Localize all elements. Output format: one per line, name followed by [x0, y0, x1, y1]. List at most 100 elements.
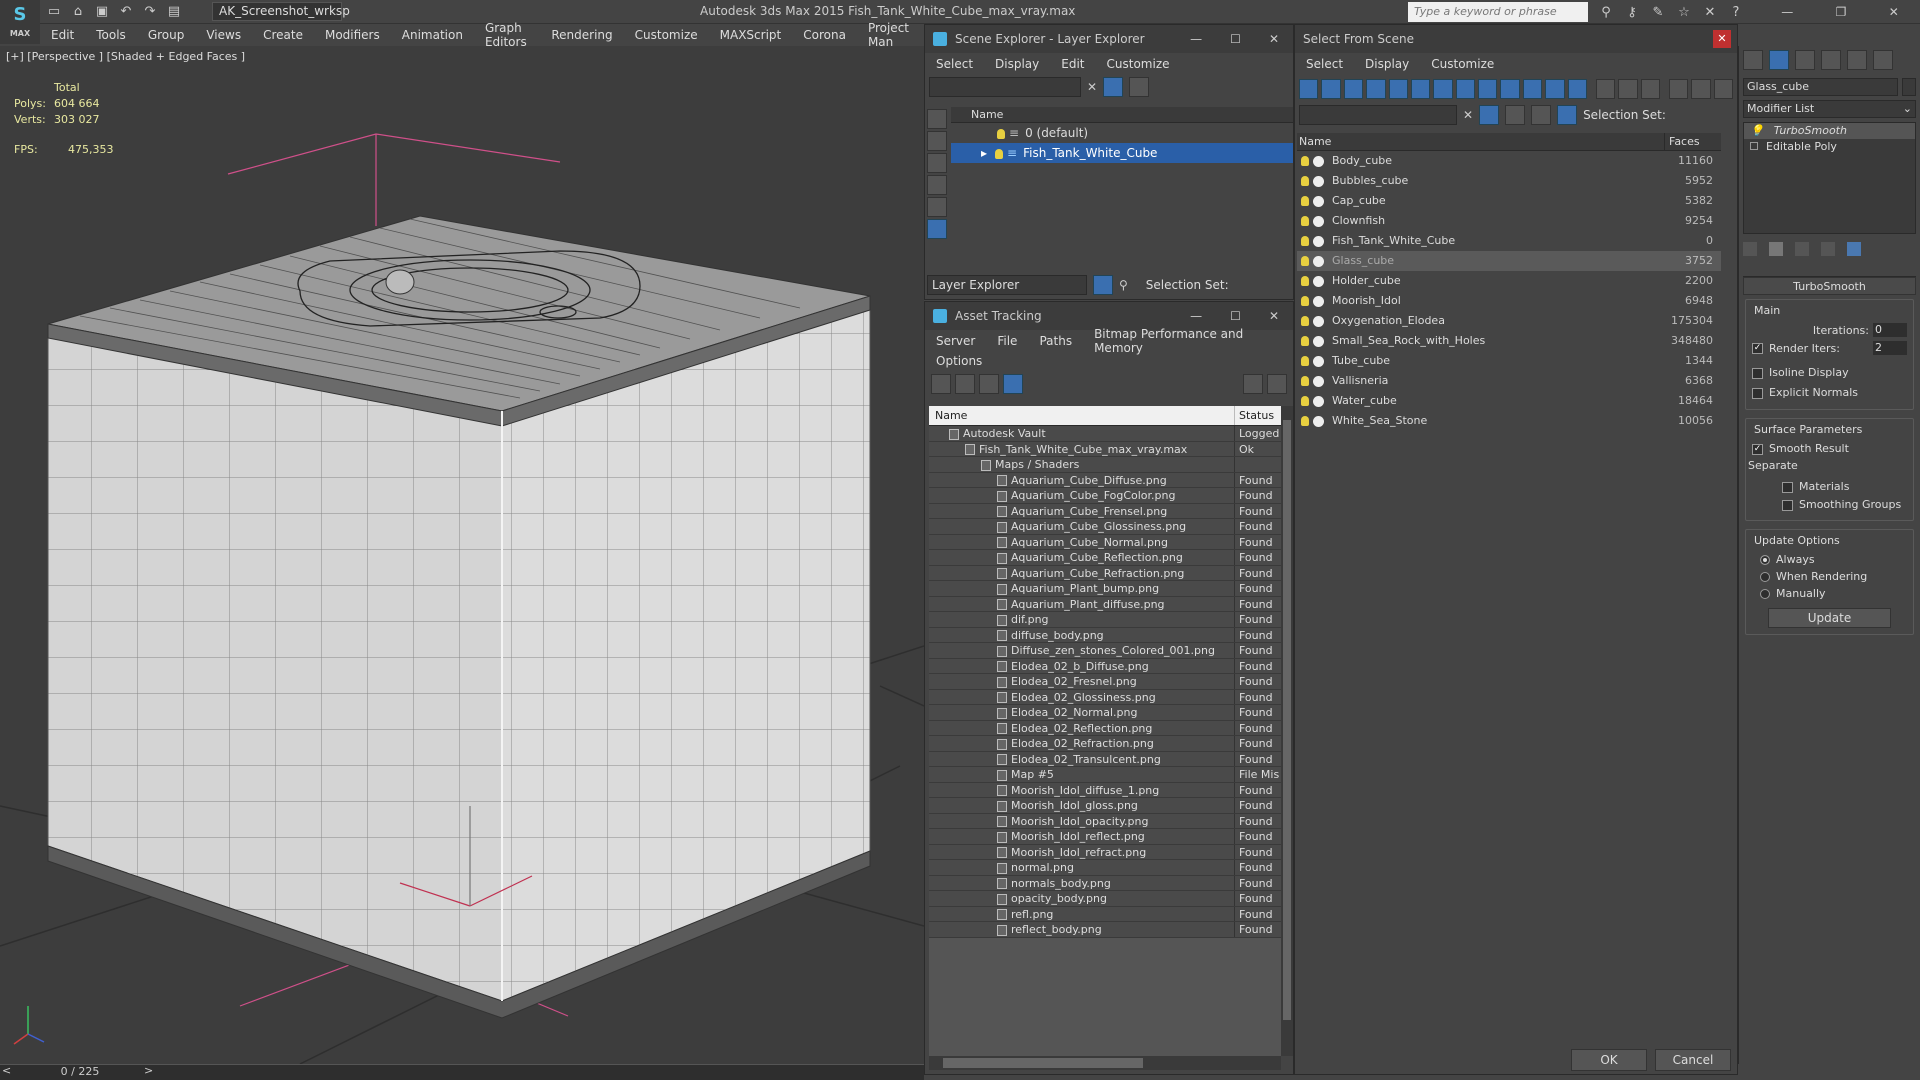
filter-icon[interactable] [1103, 77, 1124, 97]
scene-explorer-titlebar[interactable]: Scene Explorer - Layer Explorer — ☐ ✕ [925, 25, 1293, 53]
create-tab-icon[interactable] [1743, 50, 1763, 70]
modifier-stack-item[interactable]: Editable Poly [1744, 139, 1915, 155]
object-row[interactable]: Holder_cube 2200 [1297, 271, 1721, 291]
close-icon[interactable]: ✕ [1713, 30, 1731, 48]
menu-display[interactable]: Display [1354, 57, 1420, 71]
bulb-icon[interactable] [1301, 376, 1309, 386]
layer-name-header[interactable]: Name [951, 107, 1293, 123]
redo-icon[interactable]: ↷ [140, 2, 160, 22]
hierarchy-mode-icon[interactable] [1557, 105, 1578, 125]
bulb-icon[interactable] [1301, 196, 1309, 206]
close-icon[interactable]: ✕ [1889, 5, 1899, 19]
object-row[interactable]: Moorish_Idol 6948 [1297, 291, 1721, 311]
make-unique-icon[interactable] [1795, 242, 1809, 256]
object-row[interactable]: Tube_cube 1344 [1297, 351, 1721, 371]
filter-helpers-icon[interactable] [1388, 79, 1408, 99]
maximize-icon[interactable]: ☐ [1230, 309, 1241, 323]
asset-row[interactable]: Aquarium_Plant_bump.png Found [929, 581, 1281, 597]
configure-sets-icon[interactable] [1847, 242, 1861, 256]
asset-row[interactable]: normals_body.png Found [929, 875, 1281, 891]
asset-row[interactable]: reflect_body.png Found [929, 922, 1281, 938]
explorer-mode-dropdown[interactable]: Layer Explorer [927, 275, 1087, 295]
menu-graph-editors[interactable]: Graph Editors [474, 21, 540, 49]
select-none-icon[interactable] [1618, 79, 1638, 99]
bulb-icon[interactable] [1301, 276, 1309, 286]
filter-geometry-icon[interactable] [1299, 79, 1319, 99]
asset-row[interactable]: refl.png Found [929, 906, 1281, 922]
object-row[interactable]: Clownfish 9254 [1297, 211, 1721, 231]
asset-row[interactable]: Elodea_02_Normal.png Found [929, 705, 1281, 721]
menu-animation[interactable]: Animation [391, 28, 474, 42]
menu-rendering[interactable]: Rendering [540, 28, 623, 42]
menu-edit[interactable]: Edit [1050, 57, 1095, 71]
menu-bitmap-performance-and-memory[interactable]: Bitmap Performance and Memory [1083, 327, 1293, 355]
object-color-swatch[interactable] [1902, 78, 1916, 96]
asset-row[interactable]: Elodea_02_Fresnel.png Found [929, 674, 1281, 690]
bulb-icon[interactable] [1301, 216, 1309, 226]
layer-mode-icon[interactable] [1093, 275, 1113, 295]
update-button[interactable]: Update [1768, 608, 1891, 628]
asset-row[interactable]: Elodea_02_Reflection.png Found [929, 720, 1281, 736]
expand-box-icon[interactable] [1750, 142, 1758, 150]
asset-row[interactable]: Fish_Tank_White_Cube_max_vray.max Ok [929, 441, 1281, 457]
expand-arrow-icon[interactable]: ▸ [981, 146, 987, 160]
clear-search-icon[interactable]: ✕ [1087, 80, 1097, 94]
table-view-icon[interactable] [1003, 374, 1023, 394]
clear-search-icon[interactable]: ✕ [1463, 108, 1473, 122]
menu-select[interactable]: Select [925, 57, 984, 71]
find-icon[interactable] [1129, 77, 1150, 97]
bulb-icon[interactable] [1301, 176, 1309, 186]
open-file-icon[interactable]: ⌂ [68, 2, 88, 22]
object-faces-header[interactable]: Faces [1665, 133, 1700, 150]
ok-button[interactable]: OK [1571, 1049, 1647, 1071]
menu-customize[interactable]: Customize [624, 28, 709, 42]
display-cameras-icon[interactable] [927, 197, 947, 217]
favorites-icon[interactable]: ☆ [1674, 3, 1694, 23]
render-iters-spinner[interactable]: 2 [1873, 341, 1907, 355]
menu-display[interactable]: Display [984, 57, 1050, 71]
menu-create[interactable]: Create [252, 28, 314, 42]
minimize-icon[interactable]: — [1781, 5, 1793, 19]
pin-stack-icon[interactable] [1743, 242, 1757, 256]
menu-file[interactable]: File [986, 334, 1028, 348]
filter-cameras-icon[interactable] [1366, 79, 1386, 99]
modify-tab-icon[interactable] [1769, 50, 1789, 70]
layer-row[interactable]: ≡ 0 (default) [951, 123, 1293, 143]
bulb-icon[interactable] [1301, 236, 1309, 246]
motion-tab-icon[interactable] [1821, 50, 1841, 70]
asset-row[interactable]: Map #5 File Mis [929, 767, 1281, 783]
asset-row[interactable]: diffuse_body.png Found [929, 627, 1281, 643]
refresh-icon[interactable] [931, 374, 951, 394]
asset-horizontal-scrollbar[interactable] [929, 1056, 1281, 1070]
object-row[interactable]: Fish_Tank_White_Cube 0 [1297, 231, 1721, 251]
filter-icon[interactable] [1479, 105, 1500, 125]
display-geometry-icon[interactable] [927, 131, 947, 151]
menu-corona[interactable]: Corona [792, 28, 857, 42]
bulb-icon[interactable] [1301, 156, 1309, 166]
asset-row[interactable]: Elodea_02_Transulcent.png Found [929, 751, 1281, 767]
object-row[interactable]: Oxygenation_Elodea 175304 [1297, 311, 1721, 331]
list-view-icon[interactable] [955, 374, 975, 394]
utilities-tab-icon[interactable] [1873, 50, 1893, 70]
bulb-icon[interactable] [997, 128, 1005, 139]
asset-row[interactable]: Aquarium_Cube_Refraction.png Found [929, 565, 1281, 581]
search-input[interactable]: Type a keyword or phrase [1408, 2, 1588, 22]
asset-row[interactable]: Aquarium_Cube_Frensel.png Found [929, 503, 1281, 519]
cancel-button[interactable]: Cancel [1655, 1049, 1731, 1071]
asset-row[interactable]: Moorish_Idol_opacity.png Found [929, 813, 1281, 829]
viewport-label[interactable]: [+] [Perspective ] [Shaded + Edged Faces… [6, 50, 245, 63]
when-rendering-radio[interactable] [1760, 572, 1770, 582]
menu-customize[interactable]: Customize [1420, 57, 1505, 71]
display-lights-icon[interactable] [927, 175, 947, 195]
manually-radio[interactable] [1760, 589, 1770, 599]
display-layers-icon[interactable] [927, 219, 947, 239]
object-row[interactable]: Cap_cube 5382 [1297, 191, 1721, 211]
hierarchy-tab-icon[interactable] [1795, 50, 1815, 70]
render-iters-checkbox[interactable]: ✓ [1752, 342, 1763, 354]
asset-row[interactable]: Diffuse_zen_stones_Colored_001.png Found [929, 643, 1281, 659]
menu-project-man[interactable]: Project Man [857, 21, 920, 49]
asset-row[interactable]: Moorish_Idol_diffuse_1.png Found [929, 782, 1281, 798]
restore-icon[interactable]: ❐ [1836, 5, 1847, 19]
binoculars-icon[interactable]: ⚲ [1596, 3, 1616, 23]
asset-row[interactable]: dif.png Found [929, 612, 1281, 628]
